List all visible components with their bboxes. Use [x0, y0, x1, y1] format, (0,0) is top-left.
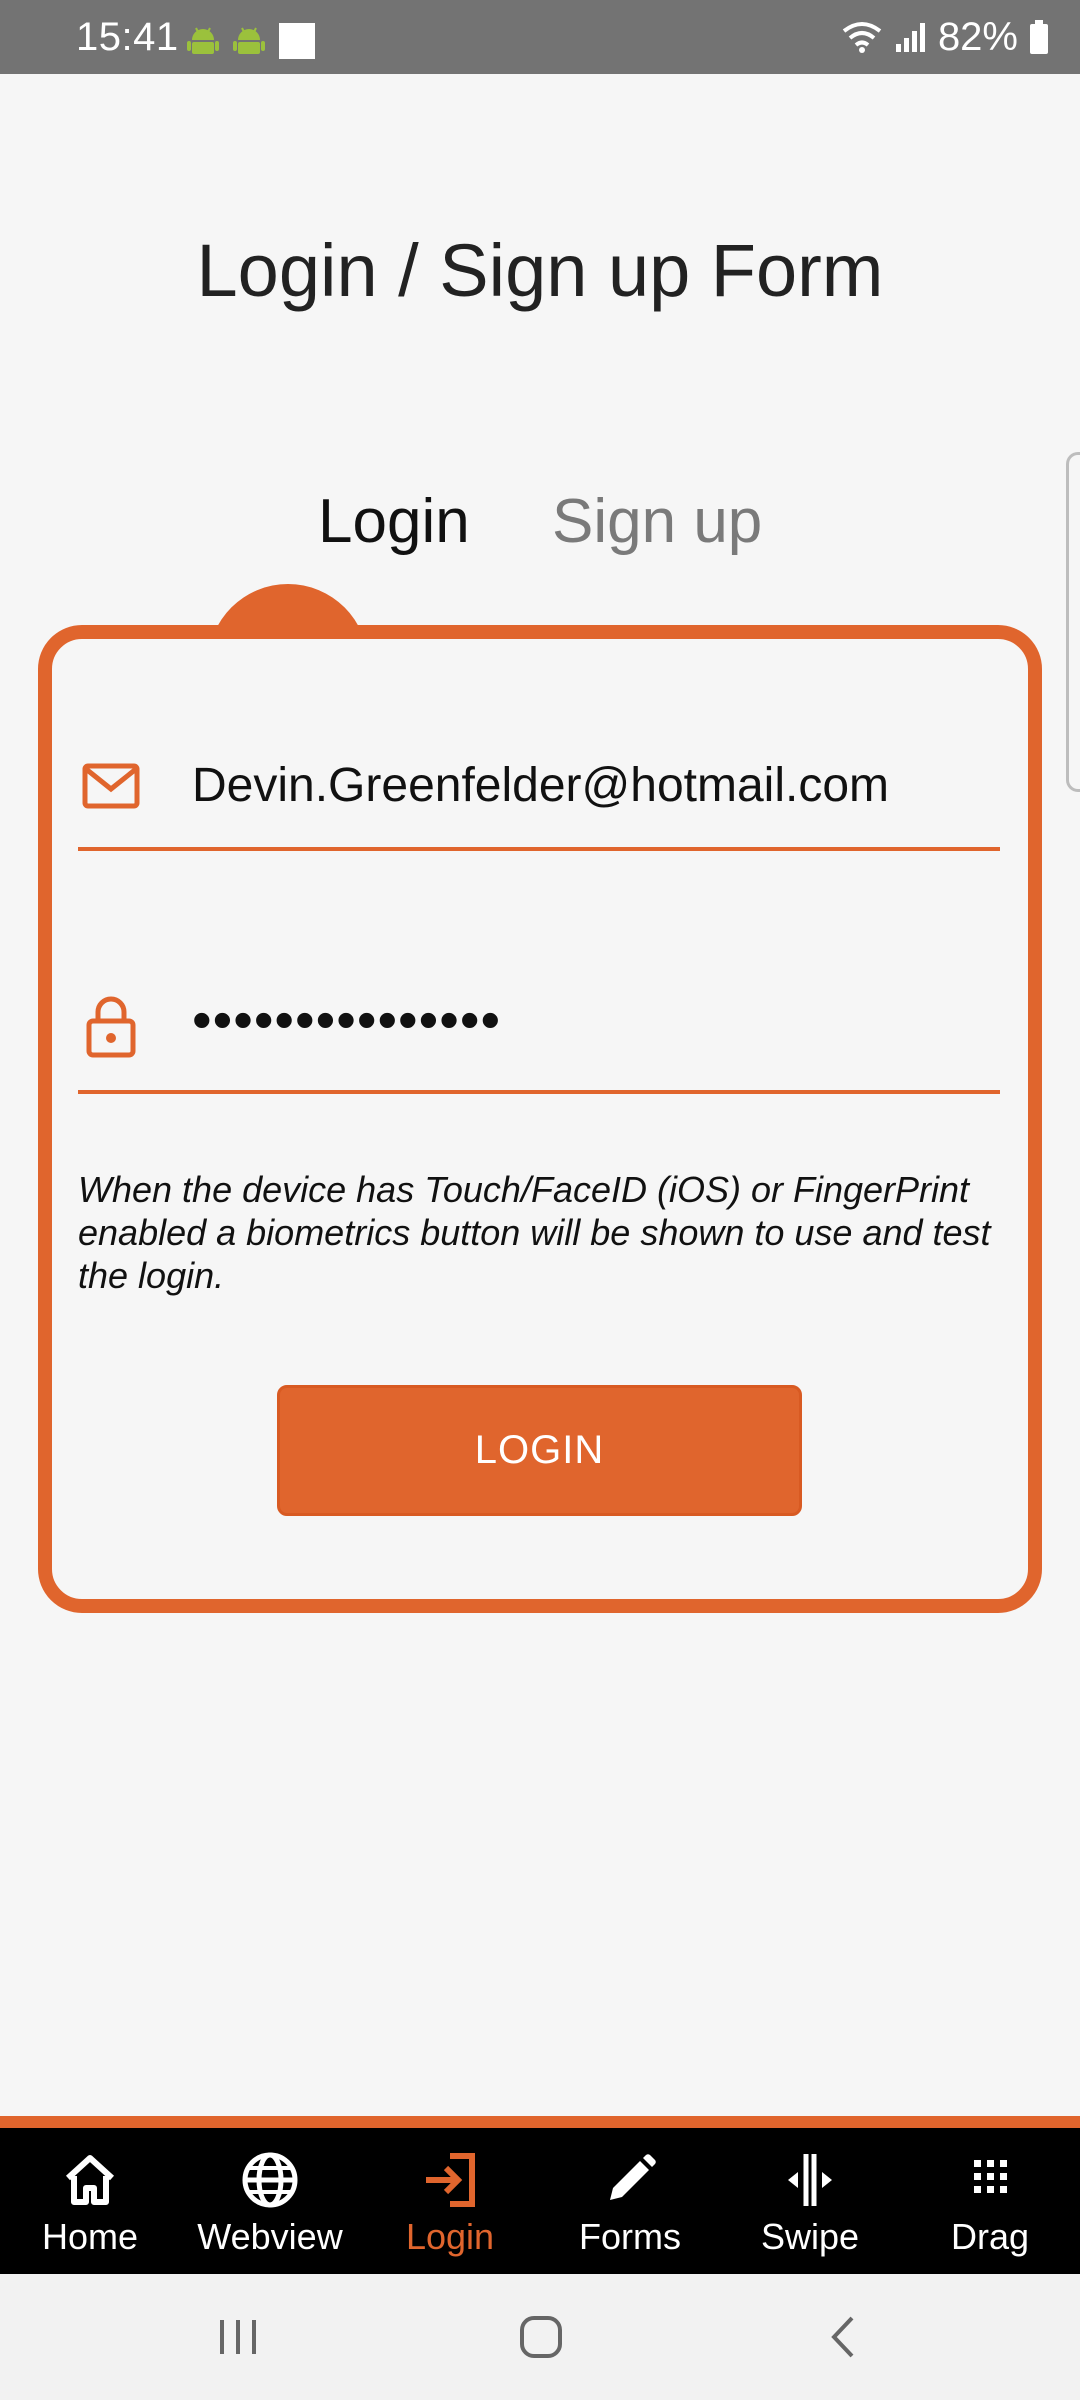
home-button-icon[interactable]	[518, 2312, 564, 2362]
android-icon	[187, 27, 219, 54]
battery-percent: 82%	[937, 15, 1018, 59]
tabbar-accent-line	[0, 2116, 1080, 2128]
bottom-tab-bar: Home Webview Login Forms Swipe Drag	[0, 2128, 1080, 2274]
mail-icon	[82, 763, 140, 809]
grid-dots-icon	[974, 2160, 1007, 2193]
email-field-underline	[78, 847, 1000, 851]
tab-swipe-label: Swipe	[760, 2216, 860, 2257]
battery-icon	[1030, 20, 1048, 54]
tab-forms-label: Forms	[579, 2216, 681, 2257]
signal-icon	[895, 23, 925, 52]
globe-icon	[242, 2152, 298, 2208]
tab-swipe[interactable]: Swipe	[720, 2128, 900, 2274]
pencil-icon	[610, 2154, 656, 2200]
square-notification-icon	[279, 23, 315, 59]
email-field[interactable]: Devin.Greenfelder@hotmail.com	[192, 756, 889, 816]
biometrics-hint: When the device has Touch/FaceID (iOS) o…	[78, 1169, 991, 1296]
back-icon[interactable]	[826, 2312, 860, 2362]
tab-drag[interactable]: Drag	[900, 2128, 1080, 2274]
password-field[interactable]: •••••••••••••••	[192, 990, 501, 1050]
system-indicators: 82%	[840, 14, 1050, 60]
wifi-icon	[842, 22, 882, 53]
swipe-icon	[788, 2154, 832, 2206]
tab-login[interactable]: Login	[318, 484, 470, 560]
tab-webview[interactable]: Webview	[180, 2128, 360, 2274]
system-navigation-bar	[0, 2274, 1080, 2400]
tab-drag-label: Drag	[950, 2216, 1030, 2257]
password-field-underline	[78, 1090, 1000, 1094]
tab-login-nav[interactable]: Login	[360, 2128, 540, 2274]
tab-home[interactable]: Home	[0, 2128, 180, 2274]
status-bar: 15:41 82%	[0, 0, 1080, 74]
tab-webview-label: Webview	[197, 2216, 343, 2257]
login-icon	[426, 2153, 475, 2207]
edge-panel-handle[interactable]	[1066, 452, 1080, 792]
login-button[interactable]: LOGIN	[277, 1385, 802, 1516]
notification-icons	[186, 22, 316, 60]
page-title: Login / Sign up Form	[196, 229, 884, 312]
tab-forms[interactable]: Forms	[540, 2128, 720, 2274]
recent-apps-icon[interactable]	[216, 2312, 260, 2362]
android-icon	[233, 27, 265, 54]
tab-home-label: Home	[41, 2216, 139, 2257]
status-time: 15:41	[76, 15, 179, 59]
tab-login-label: Login	[405, 2216, 495, 2257]
lock-icon	[86, 996, 136, 1058]
tab-sign-up[interactable]: Sign up	[552, 484, 762, 560]
home-icon	[65, 2155, 115, 2205]
